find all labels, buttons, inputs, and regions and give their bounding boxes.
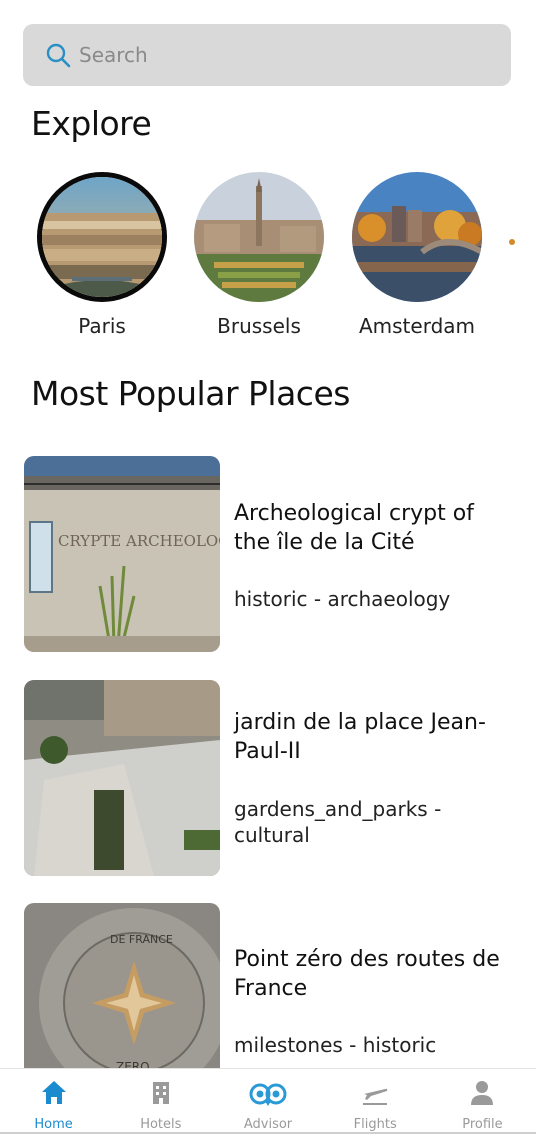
owl-icon bbox=[249, 1083, 287, 1106]
nav-label: Home bbox=[34, 1117, 73, 1132]
bottom-nav: Home Hotels Advisor Flights Profile bbox=[0, 1068, 536, 1134]
nav-advisor[interactable]: Advisor bbox=[214, 1069, 321, 1134]
place-tags: gardens_and_parks - cultural bbox=[234, 797, 442, 847]
nav-profile[interactable]: Profile bbox=[429, 1069, 536, 1134]
city-partial[interactable] bbox=[508, 172, 524, 302]
place-image bbox=[24, 680, 220, 876]
city-image-amsterdam bbox=[352, 172, 482, 302]
city-paris[interactable]: Paris bbox=[36, 172, 168, 338]
search-icon bbox=[46, 43, 71, 68]
place-title: Archeological crypt of the île de la Cit… bbox=[234, 501, 474, 555]
city-label: Amsterdam bbox=[358, 314, 476, 338]
nav-home[interactable]: Home bbox=[0, 1069, 107, 1134]
city-image-brussels bbox=[194, 172, 324, 302]
city-label: Paris bbox=[78, 314, 126, 338]
place-image: CRYPTE ARCHEOLOGIQUE bbox=[24, 456, 220, 652]
nav-hotels[interactable]: Hotels bbox=[107, 1069, 214, 1134]
place-card[interactable]: jardin de la place Jean-Paul-II gardens_… bbox=[24, 680, 514, 876]
plane-icon bbox=[363, 1088, 388, 1105]
place-tags: historic - archaeology bbox=[234, 587, 451, 611]
city-image-paris bbox=[37, 172, 167, 302]
place-card[interactable]: CRYPTE ARCHEOLOGIQUE Archeological crypt… bbox=[24, 456, 514, 652]
home-icon bbox=[41, 1081, 66, 1104]
place-title: jardin de la place Jean-Paul-II bbox=[234, 710, 486, 764]
hotel-icon bbox=[152, 1082, 169, 1104]
explore-heading: Explore bbox=[31, 104, 152, 143]
place-tags: milestones - historic bbox=[234, 1033, 437, 1057]
person-icon bbox=[471, 1081, 494, 1105]
nav-label: Advisor bbox=[243, 1117, 293, 1132]
nav-label: Hotels bbox=[140, 1117, 182, 1132]
place-title: Point zéro des routes de France bbox=[234, 947, 500, 1001]
nav-label: Profile bbox=[462, 1117, 503, 1132]
nav-label: Flights bbox=[353, 1117, 397, 1132]
search-input[interactable] bbox=[79, 43, 459, 67]
city-image-partial bbox=[508, 172, 524, 302]
city-amsterdam[interactable]: Amsterdam bbox=[351, 172, 483, 338]
popular-heading: Most Popular Places bbox=[31, 374, 350, 413]
nav-flights[interactable]: Flights bbox=[322, 1069, 429, 1134]
search-bar[interactable] bbox=[23, 24, 511, 86]
svg-text:CRYPTE ARCHEOLOGIQUE: CRYPTE ARCHEOLOGIQUE bbox=[58, 532, 220, 550]
city-label: Brussels bbox=[217, 314, 301, 338]
svg-text:DE FRANCE: DE FRANCE bbox=[110, 933, 173, 946]
city-brussels[interactable]: Brussels bbox=[193, 172, 325, 338]
